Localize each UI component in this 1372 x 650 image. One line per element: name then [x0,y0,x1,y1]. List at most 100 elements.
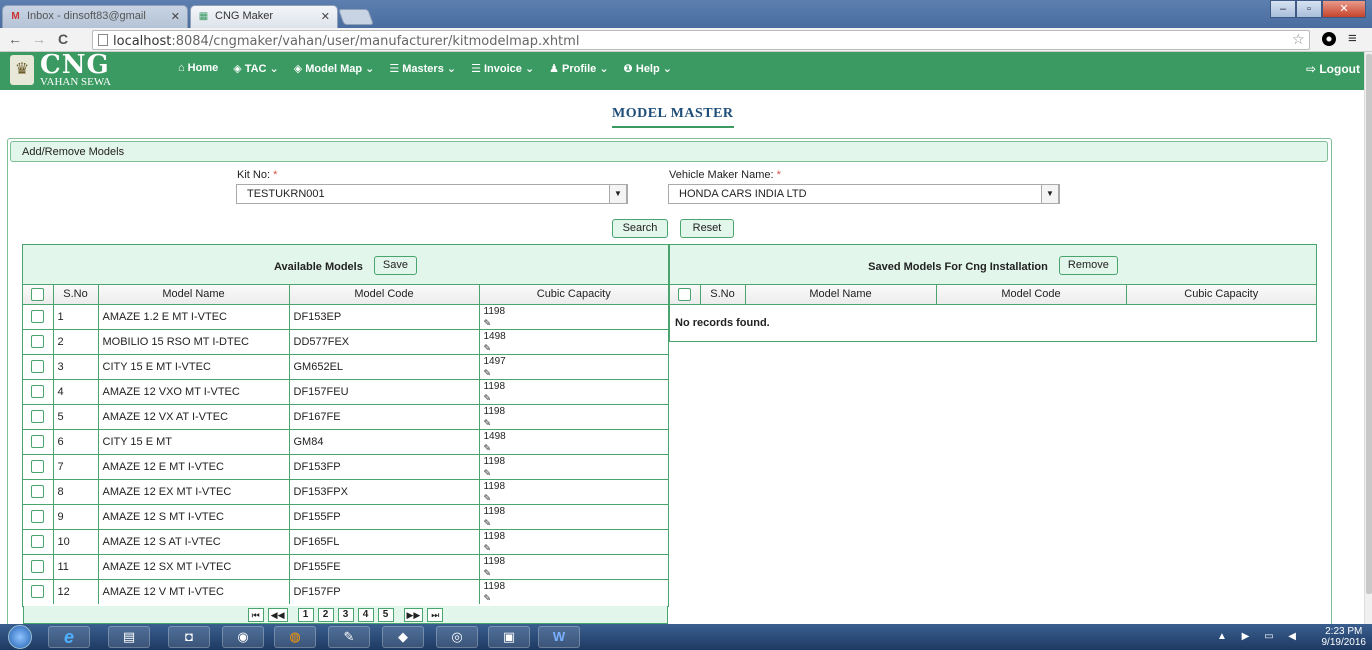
tab-cng-maker[interactable]: ▦ CNG Maker ✕ [190,5,338,28]
row-checkbox[interactable] [31,385,45,398]
close-icon[interactable]: ✕ [321,10,330,23]
row-checkbox[interactable] [31,410,45,423]
table-row[interactable]: 5 AMAZE 12 VX AT I-VTEC DF167FE 1198 ✎ [23,403,669,430]
row-checkbox-cell[interactable] [23,503,54,530]
select-all-checkbox-cell[interactable] [23,285,54,305]
table-row[interactable]: 7 AMAZE 12 E MT I-VTEC DF153FP 1198 ✎ [23,453,669,480]
nav-masters[interactable]: ☰ Masters ⌄ [389,62,456,75]
page-5-button[interactable]: 5 [377,607,394,622]
table-row[interactable]: 8 AMAZE 12 EX MT I-VTEC DF153FPX 1198 ✎ [23,478,669,505]
col-model-name[interactable]: Model Name [744,285,937,305]
monitor-icon[interactable]: ▣ [488,626,530,648]
back-icon[interactable]: ← [8,31,22,47]
row-checkbox-cell[interactable] [23,428,54,455]
pencil-icon[interactable]: ✎ [484,393,669,403]
editor-icon[interactable]: ✎ [328,626,370,648]
new-tab-button[interactable] [338,9,374,25]
row-checkbox[interactable] [31,585,45,599]
nav-help[interactable]: ❶ Help ⌄ [624,62,672,75]
chrome-icon[interactable]: ◉ [222,626,264,648]
bookmark-star-icon[interactable]: ☆ [1292,31,1305,48]
select-all-checkbox[interactable] [678,287,692,301]
page-1-button[interactable]: 1 [297,607,314,622]
virtualbox-icon[interactable]: ◆ [382,626,424,648]
nav-home[interactable]: ⌂ Home [178,62,218,75]
save-button[interactable]: Save [373,256,417,275]
vehicle-maker-select[interactable]: HONDA CARS INDIA LTD ▼ [668,184,1060,204]
folder-icon[interactable]: ▤ [108,626,150,648]
row-checkbox-cell[interactable] [23,303,54,330]
row-checkbox[interactable] [31,310,45,323]
prev-page-button[interactable]: ◀◀ [267,607,288,622]
reset-button[interactable]: Reset [680,219,734,238]
forward-icon[interactable]: → [32,31,46,47]
tab-inbox[interactable]: M Inbox - dinsoft83@gmail ✕ [2,5,188,28]
row-checkbox-cell[interactable] [23,328,54,355]
pencil-icon[interactable]: ✎ [484,318,669,328]
nav-profile[interactable]: ♟ Profile ⌄ [549,62,608,75]
row-checkbox-cell[interactable] [23,553,54,580]
kit-no-select[interactable]: TESTUKRN001 ▼ [236,184,628,204]
col-cubic-capacity[interactable]: Cubic Capacity [1125,285,1316,305]
pencil-icon[interactable]: ✎ [484,493,669,503]
col-sno[interactable]: S.No [699,285,746,305]
row-checkbox-cell[interactable] [23,528,54,555]
col-model-name[interactable]: Model Name [97,285,290,305]
window-close-button[interactable]: ✕ [1322,0,1366,18]
next-page-button[interactable]: ▶▶ [403,607,424,622]
caret-down-icon[interactable]: ▼ [609,184,627,204]
col-model-code[interactable]: Model Code [288,285,480,305]
table-row[interactable]: 2 MOBILIO 15 RSO MT I-DTEC DD577FEX 1498 ✎ [23,328,669,355]
search-button[interactable]: Search [612,219,668,238]
row-checkbox[interactable] [31,560,45,573]
table-row[interactable]: 4 AMAZE 12 VXO MT I-VTEC DF157FEU 1198 ✎ [23,378,669,405]
pencil-icon[interactable]: ✎ [484,418,669,428]
pencil-icon[interactable]: ✎ [484,468,669,478]
close-icon[interactable]: ✕ [171,10,180,23]
col-cubic-capacity[interactable]: Cubic Capacity [478,285,668,305]
logout-button[interactable]: ⇨ Logout [1306,62,1360,76]
table-row[interactable]: 9 AMAZE 12 S MT I-VTEC DF155FP 1198 ✎ [23,503,668,530]
table-row[interactable]: 6 CITY 15 E MT GM84 1498 ✎ [23,428,669,455]
row-checkbox[interactable] [31,485,45,498]
col-model-code[interactable]: Model Code [935,285,1127,305]
pencil-icon[interactable]: ✎ [484,443,669,453]
row-checkbox-cell[interactable] [23,578,54,604]
row-checkbox[interactable] [31,535,45,548]
extension-icon[interactable] [1322,32,1336,46]
row-checkbox[interactable] [31,435,45,448]
row-checkbox-cell[interactable] [23,403,54,430]
nav-invoice[interactable]: ☰ Invoice ⌄ [471,62,534,75]
minimize-button[interactable]: – [1270,0,1296,18]
brand-logo[interactable]: CNG VAHAN SEWA [40,52,111,88]
row-checkbox-cell[interactable] [23,378,54,405]
browser-menu-icon[interactable]: ≡ [1348,30,1357,47]
table-row[interactable]: 12 AMAZE 12 V MT I-VTEC DF157FP 1198 ✎ [23,578,669,604]
row-checkbox[interactable] [31,510,45,523]
restore-button[interactable]: ▫ [1296,0,1322,18]
taskbar-clock[interactable]: 2:23 PM 9/19/2016 [1322,626,1367,648]
nav-tac[interactable]: ◈ TAC ⌄ [233,62,279,75]
table-row[interactable]: 10 AMAZE 12 S AT I-VTEC DF165FL 1198 ✎ [23,528,669,555]
row-checkbox-cell[interactable] [23,453,54,480]
caret-down-icon[interactable]: ▼ [1041,184,1059,204]
nav-model-map[interactable]: ◈ Model Map ⌄ [294,62,375,75]
row-checkbox[interactable] [31,360,45,373]
page-3-button[interactable]: 3 [337,607,354,622]
table-row[interactable]: 11 AMAZE 12 SX MT I-VTEC DF155FE 1198 ✎ [23,553,668,580]
pencil-icon[interactable]: ✎ [484,368,669,378]
pencil-icon[interactable]: ✎ [484,343,669,353]
select-all-checkbox[interactable] [31,287,45,301]
database-icon[interactable]: ◎ [436,626,478,648]
col-sno[interactable]: S.No [52,285,99,305]
pencil-icon[interactable]: ✎ [484,543,669,553]
ie-icon[interactable]: e [48,626,90,648]
page-2-button[interactable]: 2 [317,607,334,622]
row-checkbox-cell[interactable] [23,478,54,505]
first-page-button[interactable]: ⏮ [247,607,264,622]
reload-icon[interactable]: C [58,31,68,47]
scrollbar-thumb[interactable] [1366,54,1372,594]
table-row[interactable]: 3 CITY 15 E MT I-VTEC GM652EL 1497 ✎ [23,353,669,380]
pencil-icon[interactable]: ✎ [484,593,669,603]
firefox-icon[interactable]: ◍ [274,626,316,648]
